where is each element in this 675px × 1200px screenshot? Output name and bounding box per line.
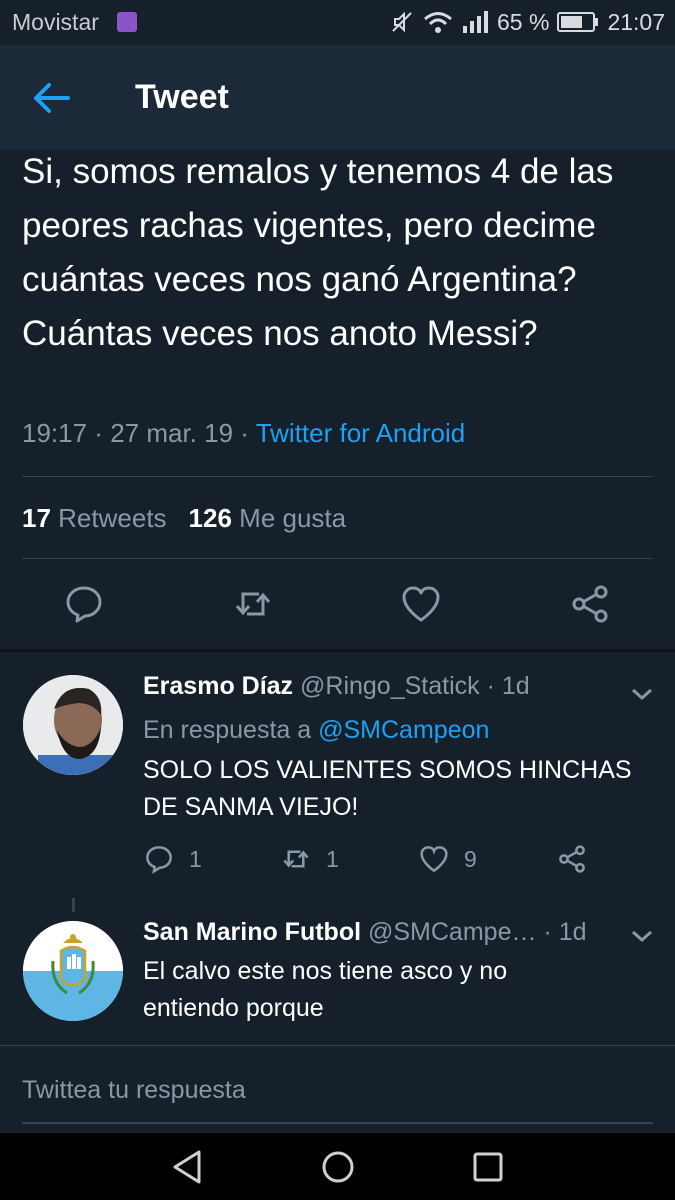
reply-header: San Marino Futbol @SMCampe… · 1d — [143, 918, 587, 947]
meta-separator: · — [87, 418, 111, 448]
tweet-date: 27 mar. 19 — [110, 418, 234, 448]
author-handle[interactable]: @SMCampe… — [368, 918, 536, 946]
retweet-count: 1 — [326, 845, 339, 872]
reply-count: 1 — [189, 845, 202, 872]
divider — [22, 476, 653, 477]
battery-percent: 65 % — [497, 8, 550, 35]
author-handle[interactable]: @Ringo_Statick — [300, 672, 480, 700]
system-navigation-bar — [0, 1133, 675, 1200]
meta-separator: · — [233, 418, 256, 448]
tweet-meta: 19:17 · 27 mar. 19 · Twitter for Android — [22, 418, 465, 449]
clock: 21:07 — [607, 8, 665, 35]
retweet-icon[interactable] — [231, 582, 275, 626]
divider — [22, 558, 653, 559]
input-underline — [22, 1122, 653, 1124]
reply-text: SOLO LOS VALIENTES SOMOS HINCHAS DE SANM… — [143, 756, 632, 821]
reply-icon[interactable] — [62, 582, 106, 626]
in-reply-to: En respuesta a @SMCampeon — [143, 716, 489, 745]
chevron-down-icon[interactable] — [630, 686, 654, 702]
reply-action[interactable]: 1 — [143, 841, 202, 877]
meta-separator: · — [536, 918, 559, 946]
battery-icon — [557, 11, 599, 33]
page-title: Tweet — [135, 78, 229, 116]
like-heart-icon[interactable] — [399, 582, 443, 626]
retweets-label: Retweets — [58, 503, 167, 533]
meta-separator: · — [479, 672, 502, 700]
reply-actions: 1 1 9 — [0, 841, 675, 877]
section-divider — [0, 649, 675, 652]
reply-icon — [146, 846, 172, 874]
in-reply-prefix: En respuesta a — [143, 716, 312, 744]
author-name[interactable]: San Marino Futbol — [143, 918, 361, 946]
reply-input[interactable]: Twittea tu respuesta — [22, 1076, 246, 1105]
reply-age: 1d — [558, 918, 587, 946]
carrier-name: Movistar — [12, 9, 99, 35]
nav-home-icon[interactable] — [318, 1148, 358, 1186]
like-count: 9 — [464, 845, 477, 872]
tweet-time: 19:17 — [22, 418, 88, 448]
mute-icon — [389, 9, 415, 35]
tweet-source-link[interactable]: Twitter for Android — [256, 418, 466, 448]
share-icon — [559, 845, 585, 873]
retweets-stat[interactable]: 17 Retweets — [22, 503, 167, 533]
wifi-icon — [423, 10, 453, 34]
likes-count: 126 — [188, 503, 232, 533]
likes-label: Me gusta — [239, 503, 347, 533]
share-action[interactable] — [556, 841, 588, 877]
avatar[interactable] — [23, 675, 123, 775]
like-heart-icon — [420, 846, 448, 873]
retweet-icon — [283, 850, 309, 868]
reply-text: El calvo este nos tiene asco y no entien… — [143, 957, 508, 1022]
retweet-action[interactable]: 1 — [280, 841, 339, 877]
signal-icon — [461, 10, 489, 34]
reply-header: Erasmo Díaz @Ringo_Statick · 1d — [143, 672, 530, 701]
nav-recents-icon[interactable] — [468, 1148, 508, 1186]
status-icons: 65 % 21:07 — [389, 8, 665, 36]
app-bar: Tweet — [0, 45, 675, 150]
retweets-count: 17 — [22, 503, 51, 533]
in-reply-handle-link[interactable]: @SMCampeon — [318, 716, 489, 744]
reply-composer: Twittea tu respuesta — [0, 1045, 675, 1133]
notification-icon — [117, 12, 137, 32]
tweet-text: Si, somos remalos y tenemos 4 de las peo… — [22, 152, 614, 353]
back-arrow-icon[interactable] — [30, 78, 74, 118]
tweet-actions — [0, 582, 675, 628]
thread-connector — [72, 898, 75, 912]
share-icon[interactable] — [568, 582, 612, 626]
nav-back-icon[interactable] — [167, 1148, 207, 1186]
chevron-down-icon[interactable] — [630, 928, 654, 944]
reply-age: 1d — [501, 672, 530, 700]
author-name[interactable]: Erasmo Díaz — [143, 672, 293, 700]
like-action[interactable]: 9 — [418, 841, 477, 877]
tweet-stats: 17 Retweets 126 Me gusta — [22, 503, 346, 534]
avatar[interactable] — [23, 921, 123, 1021]
status-bar: Movistar 65 % 21:07 — [0, 0, 675, 45]
likes-stat[interactable]: 126 Me gusta — [189, 503, 347, 533]
